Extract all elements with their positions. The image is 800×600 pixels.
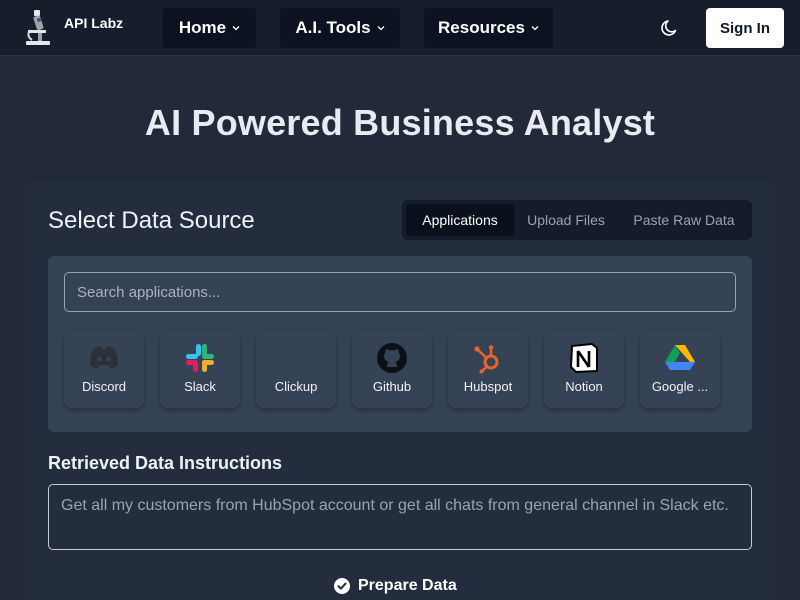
nav-ai-tools-label: A.I. Tools	[295, 18, 371, 37]
app-tile-discord[interactable]: Discord	[64, 330, 144, 408]
notion-icon	[568, 342, 600, 374]
instructions-title: Retrieved Data Instructions	[48, 453, 283, 473]
tab-upload-files[interactable]: Upload Files	[516, 204, 616, 236]
slack-icon	[184, 342, 216, 374]
microscope-logo-icon	[26, 10, 50, 45]
source-tabs: Applications Upload Files Paste Raw Data	[402, 200, 752, 240]
app-tile-slack[interactable]: Slack	[160, 330, 240, 408]
section-title: Select Data Source	[48, 207, 255, 234]
app-label: Slack	[184, 379, 216, 394]
nav-home-label: Home	[178, 18, 227, 37]
app-tile-clickup[interactable]: Clickup	[256, 330, 336, 408]
hubspot-icon	[472, 342, 504, 374]
moon-icon[interactable]	[660, 18, 680, 38]
discord-icon	[88, 342, 120, 374]
tab-applications[interactable]: Applications	[406, 204, 514, 236]
brand-name: API Labz	[64, 15, 124, 31]
top-navbar: API Labz Home A.I. Tools Resources Sign …	[0, 0, 800, 56]
brand[interactable]: API Labz	[22, 8, 123, 48]
prepare-data-button[interactable]: Prepare Data	[334, 574, 457, 598]
app-label: Google ...	[651, 379, 709, 394]
sign-in-button[interactable]: Sign In	[706, 8, 784, 48]
app-tile-google-drive[interactable]: Google ...	[640, 330, 720, 408]
app-label: Clickup	[274, 379, 318, 394]
app-tile-github[interactable]: Github	[352, 330, 432, 408]
app-tile-notion[interactable]: Notion	[544, 330, 624, 408]
prepare-data-label: Prepare Data	[358, 577, 457, 594]
google-drive-icon	[664, 342, 696, 374]
github-icon	[376, 342, 408, 374]
page-title: AI Powered Business Analyst	[144, 102, 656, 143]
app-label: Notion	[565, 379, 603, 394]
clickup-icon	[280, 342, 312, 374]
search-applications-input[interactable]	[64, 272, 736, 312]
nav-home-button[interactable]: Home	[163, 8, 256, 48]
nav-resources-label: Resources	[438, 18, 525, 37]
check-circle-icon	[334, 578, 350, 594]
app-tile-hubspot[interactable]: Hubspot	[448, 330, 528, 408]
app-label: Github	[372, 379, 412, 394]
nav-resources-button[interactable]: Resources	[424, 8, 553, 48]
app-label: Hubspot	[463, 379, 513, 394]
chevron-down-icon	[377, 26, 385, 31]
nav-ai-tools-button[interactable]: A.I. Tools	[280, 8, 400, 48]
tab-paste-raw-data[interactable]: Paste Raw Data	[622, 204, 746, 236]
app-label: Discord	[81, 379, 127, 394]
instructions-textarea[interactable]: Get all my customers from HubSpot accoun…	[48, 484, 752, 550]
chevron-down-icon	[531, 26, 539, 31]
chevron-down-icon	[232, 26, 240, 31]
